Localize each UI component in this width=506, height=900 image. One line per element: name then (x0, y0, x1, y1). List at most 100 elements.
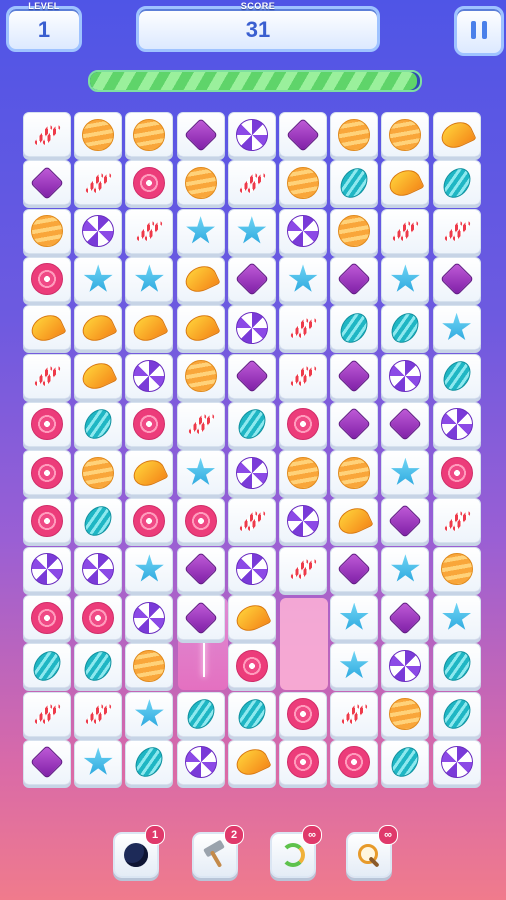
tile[interactable] (23, 112, 71, 157)
tile[interactable] (23, 595, 71, 640)
tile[interactable] (279, 739, 327, 785)
tile[interactable] (330, 546, 379, 592)
tile[interactable] (176, 450, 225, 496)
tile[interactable] (74, 256, 123, 302)
tile[interactable] (432, 691, 481, 737)
tile[interactable] (23, 401, 71, 447)
tile[interactable] (227, 691, 276, 737)
tile[interactable] (279, 450, 327, 496)
tile[interactable] (330, 739, 379, 785)
tile[interactable] (23, 691, 71, 737)
tile[interactable] (74, 112, 123, 157)
tile[interactable] (279, 353, 327, 399)
tile[interactable] (74, 305, 123, 351)
tile[interactable] (227, 739, 276, 785)
tile[interactable] (176, 305, 225, 351)
tile[interactable] (125, 305, 174, 351)
tile[interactable] (432, 256, 481, 302)
tile[interactable] (176, 546, 225, 592)
tile[interactable] (227, 353, 276, 399)
tile[interactable] (330, 208, 379, 254)
bomb-booster-button[interactable]: 1 (113, 825, 165, 878)
tile[interactable] (74, 353, 123, 399)
tile[interactable] (381, 546, 430, 592)
tile[interactable] (381, 256, 430, 302)
tile[interactable] (74, 401, 123, 447)
tile[interactable] (125, 595, 174, 640)
tile[interactable] (432, 450, 481, 496)
tile[interactable] (176, 691, 225, 737)
tile[interactable] (279, 691, 327, 737)
tile[interactable] (330, 595, 379, 640)
tile[interactable] (23, 208, 71, 254)
tile[interactable] (23, 643, 71, 689)
tile[interactable] (74, 160, 123, 206)
tile[interactable] (330, 643, 379, 689)
tile[interactable] (125, 401, 174, 447)
tile[interactable] (125, 643, 174, 689)
tile[interactable] (381, 208, 430, 254)
tile[interactable] (23, 450, 71, 496)
tile[interactable] (227, 208, 276, 254)
tile[interactable] (432, 643, 481, 689)
tile[interactable] (381, 401, 430, 447)
tile[interactable] (381, 691, 430, 737)
tile[interactable] (227, 595, 276, 640)
tile[interactable] (432, 305, 481, 351)
tile[interactable] (176, 256, 225, 302)
tile[interactable] (432, 208, 481, 254)
tile[interactable] (381, 160, 430, 206)
tile[interactable] (279, 401, 327, 447)
tile[interactable] (381, 112, 430, 157)
tile[interactable] (176, 595, 225, 640)
tile[interactable] (381, 643, 430, 689)
tile[interactable] (227, 450, 276, 496)
tile[interactable] (432, 401, 481, 447)
tile[interactable] (279, 498, 327, 544)
tile[interactable] (381, 450, 430, 496)
tile[interactable] (432, 353, 481, 399)
hint-booster-button[interactable]: ∞ (346, 825, 398, 878)
tile[interactable] (381, 595, 430, 640)
tile[interactable] (176, 160, 225, 206)
tile[interactable] (381, 305, 430, 351)
tile[interactable] (381, 353, 430, 399)
tile[interactable] (227, 305, 276, 351)
tile[interactable] (279, 256, 327, 302)
tile[interactable] (125, 546, 174, 592)
tile[interactable] (74, 691, 123, 737)
tile[interactable] (125, 450, 174, 496)
tile[interactable] (381, 739, 430, 785)
tile[interactable] (125, 739, 174, 785)
tile[interactable] (330, 353, 379, 399)
tile[interactable] (176, 208, 225, 254)
tile[interactable] (23, 160, 71, 206)
tile[interactable] (176, 112, 225, 157)
tile[interactable] (432, 112, 481, 157)
tile[interactable] (23, 739, 71, 785)
tile[interactable] (23, 305, 71, 351)
tile[interactable] (279, 208, 327, 254)
tile[interactable] (432, 546, 481, 592)
tile[interactable] (330, 450, 379, 496)
pause-button[interactable] (454, 6, 504, 56)
tile[interactable] (330, 305, 379, 351)
tile[interactable] (330, 160, 379, 206)
tile[interactable] (74, 498, 123, 544)
tile[interactable] (125, 353, 174, 399)
tile[interactable] (23, 256, 71, 302)
tile[interactable] (125, 160, 174, 206)
tile[interactable] (227, 498, 276, 544)
tile[interactable] (125, 112, 174, 157)
tile[interactable] (23, 498, 71, 544)
tile[interactable] (227, 256, 276, 302)
tile[interactable] (125, 208, 174, 254)
tile[interactable] (227, 643, 276, 689)
tile[interactable] (432, 498, 481, 544)
tile[interactable] (279, 160, 327, 206)
tile[interactable] (432, 595, 481, 640)
tile[interactable] (432, 739, 481, 785)
tile[interactable] (330, 256, 379, 302)
tile[interactable] (227, 401, 276, 447)
tile[interactable] (23, 353, 71, 399)
